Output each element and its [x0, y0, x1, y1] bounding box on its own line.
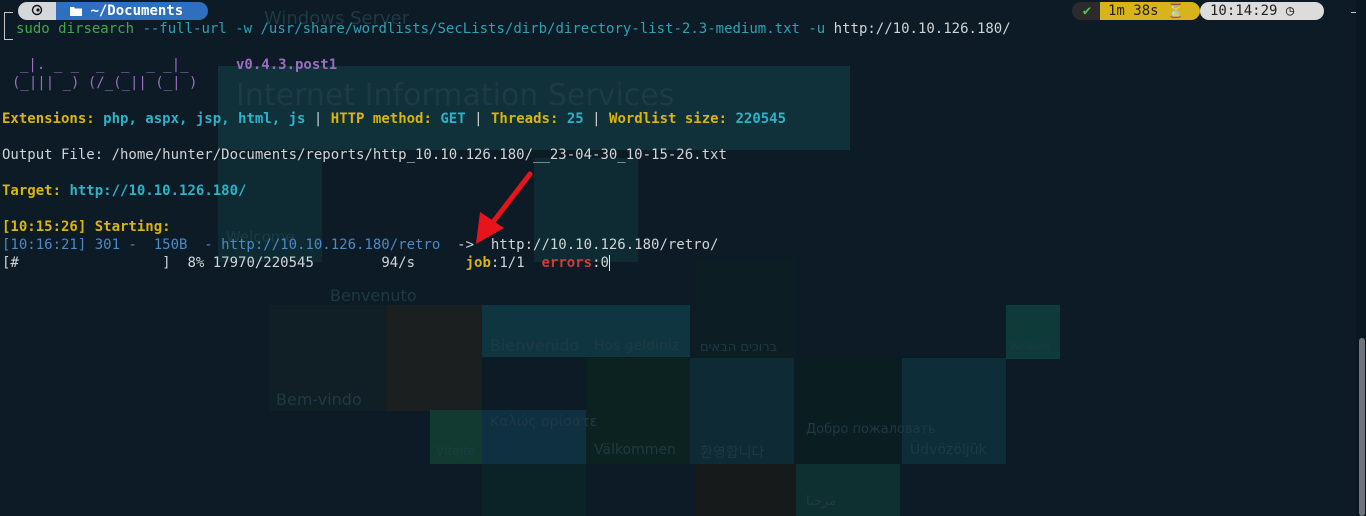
- annotation-arrow: [476, 171, 533, 244]
